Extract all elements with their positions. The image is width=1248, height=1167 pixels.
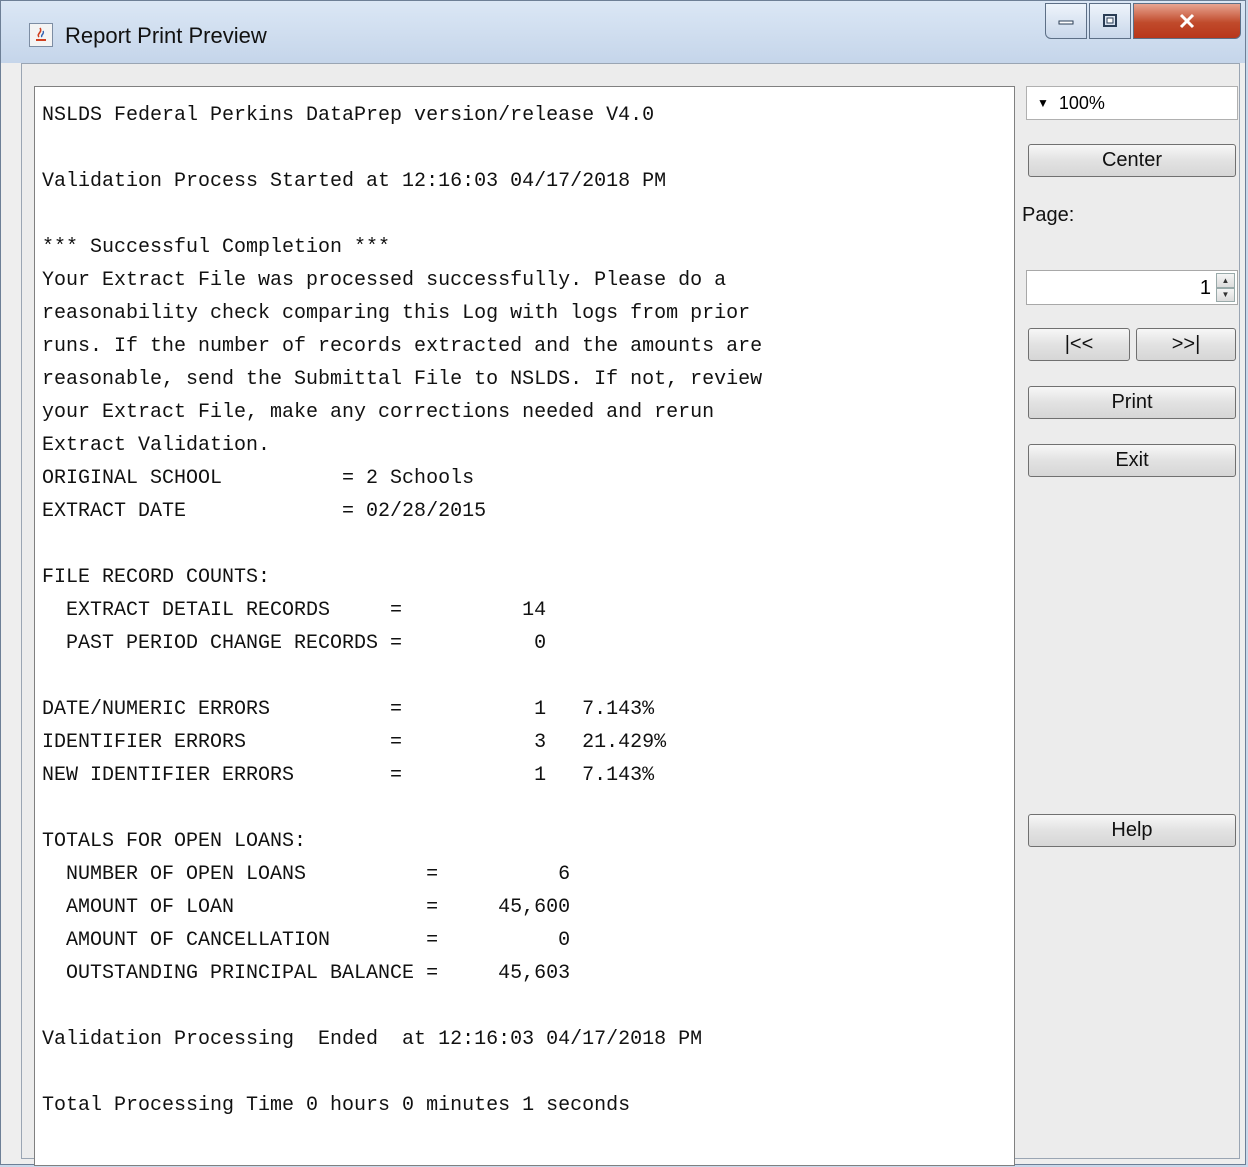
report-line: runs. If the number of records extracted… xyxy=(42,335,763,358)
report-line xyxy=(42,528,762,561)
report-line xyxy=(42,660,762,693)
report-line: reasonable, send the Submittal File to N… xyxy=(42,368,763,391)
report-line xyxy=(42,198,762,231)
title-bar: Report Print Preview xyxy=(1,1,1245,63)
zoom-dropdown[interactable]: ▼ 100% xyxy=(1026,86,1238,120)
report-line: Validation Processing Ended at 12:16:03 … xyxy=(42,1028,703,1051)
help-button[interactable]: Help xyxy=(1028,814,1236,847)
report-line: TOTALS FOR OPEN LOANS: xyxy=(42,830,307,853)
print-button[interactable]: Print xyxy=(1028,386,1236,419)
report-line: EXTRACT DETAIL RECORDS = 14 xyxy=(42,599,547,622)
exit-button[interactable]: Exit xyxy=(1028,444,1236,477)
report-line: NEW IDENTIFIER ERRORS = 1 7.143% xyxy=(42,764,655,787)
maximize-button[interactable] xyxy=(1089,3,1131,39)
report-line: EXTRACT DATE = 02/28/2015 xyxy=(42,500,487,523)
report-line: reasonability check comparing this Log w… xyxy=(42,302,751,325)
report-line: FILE RECORD COUNTS: xyxy=(42,566,271,589)
minimize-icon xyxy=(1058,20,1074,25)
first-page-button[interactable]: |<< xyxy=(1028,328,1130,361)
report-line xyxy=(42,1056,762,1089)
spinner-buttons: ▲ ▼ xyxy=(1216,273,1235,302)
report-line: PAST PERIOD CHANGE RECORDS = 0 xyxy=(42,632,547,655)
minimize-button[interactable] xyxy=(1045,3,1087,39)
dropdown-arrow-icon: ▼ xyxy=(1037,96,1049,110)
report-print-preview-window: Report Print Preview NSLDS Federal Perki… xyxy=(0,0,1246,1166)
last-page-button[interactable]: >>| xyxy=(1136,328,1236,361)
report-line: AMOUNT OF LOAN = 45,600 xyxy=(42,896,571,919)
report-line: NSLDS Federal Perkins DataPrep version/r… xyxy=(42,104,655,127)
report-line xyxy=(42,132,762,165)
center-button[interactable]: Center xyxy=(1028,144,1236,177)
report-line xyxy=(42,792,762,825)
report-line: Validation Process Started at 12:16:03 0… xyxy=(42,170,667,193)
close-button[interactable] xyxy=(1133,3,1241,39)
close-icon xyxy=(1179,13,1195,29)
spinner-up-icon[interactable]: ▲ xyxy=(1216,273,1235,288)
report-text: NSLDS Federal Perkins DataPrep version/r… xyxy=(42,99,762,1122)
window-title: Report Print Preview xyxy=(65,23,267,48)
report-line: *** Successful Completion *** xyxy=(42,236,391,259)
page-spinner[interactable]: 1 ▲ ▼ xyxy=(1026,270,1238,305)
zoom-value: 100% xyxy=(1058,92,1105,113)
report-preview-pane[interactable]: NSLDS Federal Perkins DataPrep version/r… xyxy=(34,86,1015,1166)
report-line: your Extract File, make any corrections … xyxy=(42,401,715,424)
report-line: Your Extract File was processed successf… xyxy=(42,269,727,292)
report-line: AMOUNT OF CANCELLATION = 0 xyxy=(42,929,571,952)
page-number-input[interactable]: 1 xyxy=(1200,277,1211,300)
java-app-icon xyxy=(29,23,53,47)
report-line: Extract Validation. xyxy=(42,434,271,457)
report-line: DATE/NUMERIC ERRORS = 1 7.143% xyxy=(42,698,655,721)
spinner-down-icon[interactable]: ▼ xyxy=(1216,287,1235,302)
report-line: Total Processing Time 0 hours 0 minutes … xyxy=(42,1094,631,1117)
maximize-icon xyxy=(1103,14,1117,27)
report-line: IDENTIFIER ERRORS = 3 21.429% xyxy=(42,731,667,754)
report-line: OUTSTANDING PRINCIPAL BALANCE = 45,603 xyxy=(42,962,571,985)
page-label: Page: xyxy=(1022,204,1075,226)
report-line: ORIGINAL SCHOOL = 2 Schools xyxy=(42,467,475,490)
report-line: NUMBER OF OPEN LOANS = 6 xyxy=(42,863,571,886)
client-area: NSLDS Federal Perkins DataPrep version/r… xyxy=(21,63,1240,1166)
report-line xyxy=(42,990,762,1023)
